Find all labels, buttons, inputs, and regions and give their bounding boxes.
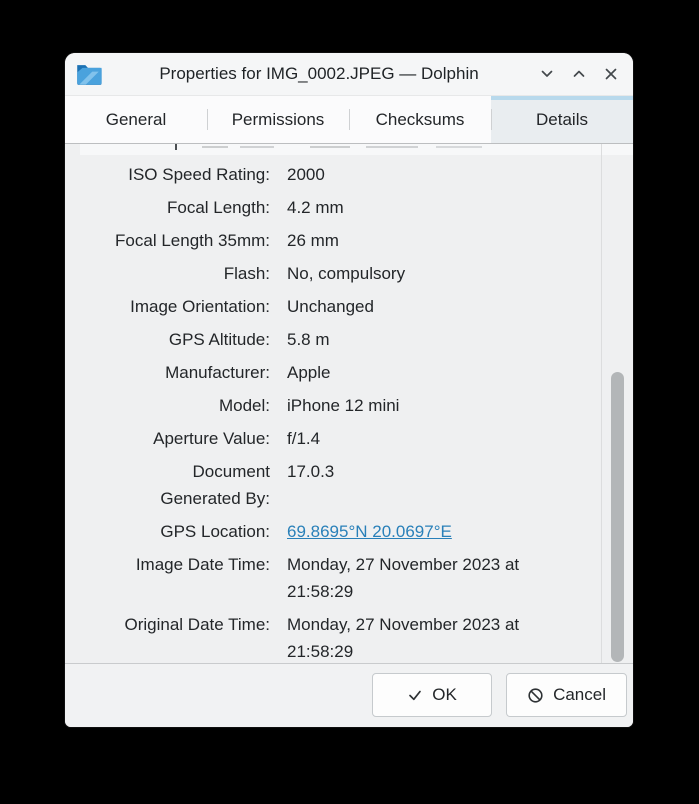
detail-label: Image Date Time: <box>80 551 270 578</box>
titlebar: Properties for IMG_0002.JPEG — Dolphin <box>65 53 633 96</box>
detail-value: 4.2 mm <box>287 194 557 221</box>
details-pane: ISO Speed Rating: 2000 Focal Length: 4.2… <box>65 144 633 663</box>
window-title: Properties for IMG_0002.JPEG — Dolphin <box>102 64 536 84</box>
tab-bar: General Permissions Checksums Details <box>65 96 633 144</box>
tab[interactable]: Checksums <box>349 96 491 143</box>
detail-value: Monday, 27 November 2023 at 21:58:29 <box>287 611 557 663</box>
detail-label: Model: <box>80 392 270 419</box>
tab[interactable]: Permissions <box>207 96 349 143</box>
detail-row: Manufacturer: Apple <box>80 359 633 386</box>
detail-row: ISO Speed Rating: 2000 <box>80 161 633 188</box>
check-icon <box>407 687 423 703</box>
button-box: OK Cancel <box>65 663 633 727</box>
detail-label: Document Generated By: <box>80 458 270 512</box>
cancel-icon <box>527 687 544 704</box>
detail-value: Unchanged <box>287 293 557 320</box>
detail-value: 26 mm <box>287 227 557 254</box>
detail-row: GPS Location: 69.8695°N 20.0697°E <box>80 518 633 545</box>
tab[interactable]: Details <box>491 96 633 143</box>
detail-value: 2000 <box>287 161 557 188</box>
window-controls <box>536 63 622 85</box>
detail-label: GPS Location: <box>80 518 270 545</box>
detail-row: Document Generated By: 17.0.3 <box>80 458 633 512</box>
cancel-label: Cancel <box>553 685 606 705</box>
detail-value: No, compulsory <box>287 260 557 287</box>
gps-location-link[interactable]: 69.8695°N 20.0697°E <box>287 518 557 545</box>
detail-label: GPS Altitude: <box>80 326 270 353</box>
details-list: ISO Speed Rating: 2000 Focal Length: 4.2… <box>65 144 633 663</box>
detail-value: 17.0.3 <box>287 458 557 485</box>
detail-label: Manufacturer: <box>80 359 270 386</box>
detail-label: Image Orientation: <box>80 293 270 320</box>
tab[interactable]: General <box>65 96 207 143</box>
detail-row: Original Date Time: Monday, 27 November … <box>80 611 633 663</box>
detail-row: Image Orientation: Unchanged <box>80 293 633 320</box>
detail-value: Apple <box>287 359 557 386</box>
detail-row: Focal Length: 4.2 mm <box>80 194 633 221</box>
chevron-up-icon[interactable] <box>568 63 590 85</box>
scroll-separator <box>601 144 602 663</box>
detail-label: Flash: <box>80 260 270 287</box>
detail-value: 5.8 m <box>287 326 557 353</box>
detail-value: iPhone 12 mini <box>287 392 557 419</box>
detail-label: Aperture Value: <box>80 425 270 452</box>
detail-label: Focal Length 35mm: <box>80 227 270 254</box>
detail-label: Focal Length: <box>80 194 270 221</box>
ok-button[interactable]: OK <box>372 673 492 717</box>
detail-row: Flash: No, compulsory <box>80 260 633 287</box>
clipped-row <box>80 144 633 155</box>
detail-value: f/1.4 <box>287 425 557 452</box>
folder-icon <box>76 62 102 86</box>
detail-value: Monday, 27 November 2023 at 21:58:29 <box>287 551 557 605</box>
detail-label: ISO Speed Rating: <box>80 161 270 188</box>
chevron-down-icon[interactable] <box>536 63 558 85</box>
detail-row: Model: iPhone 12 mini <box>80 392 633 419</box>
tab-label: General <box>106 110 166 130</box>
tab-label: Permissions <box>232 110 325 130</box>
screen-background: { "window": { "title": "Properties for I… <box>0 0 699 804</box>
scrollbar-track[interactable] <box>606 144 628 663</box>
close-icon[interactable] <box>600 63 622 85</box>
ok-label: OK <box>432 685 457 705</box>
properties-dialog: Properties for IMG_0002.JPEG — Dolphin G… <box>65 53 633 727</box>
tab-label: Checksums <box>376 110 465 130</box>
scrollbar-thumb[interactable] <box>611 372 624 662</box>
cancel-button[interactable]: Cancel <box>506 673 627 717</box>
tab-label: Details <box>536 110 588 130</box>
detail-row: Focal Length 35mm: 26 mm <box>80 227 633 254</box>
detail-label: Original Date Time: <box>80 611 270 638</box>
detail-row: Aperture Value: f/1.4 <box>80 425 633 452</box>
detail-row: Image Date Time: Monday, 27 November 202… <box>80 551 633 605</box>
detail-row: GPS Altitude: 5.8 m <box>80 326 633 353</box>
